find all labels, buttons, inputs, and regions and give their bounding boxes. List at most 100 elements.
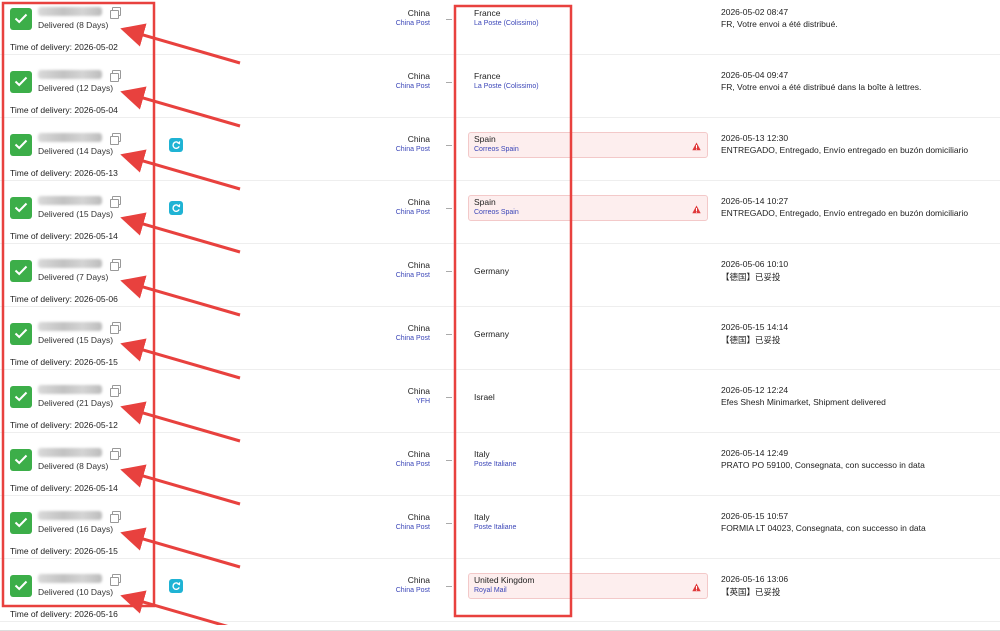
row-divider (0, 558, 1000, 559)
delivered-check-icon (10, 386, 32, 408)
status-label: Delivered (16 Days) (38, 524, 114, 534)
row-divider (0, 621, 1000, 622)
latest-event-description: FR, Votre envoi a été distribué. (721, 19, 838, 29)
tracking-number-redacted[interactable] (38, 511, 102, 520)
table-row: Delivered (8 Days) Time of delivery: 2026… (0, 441, 1000, 505)
origin-carrier-link[interactable]: China Post (396, 209, 430, 216)
destination-country: United Kingdom (474, 575, 535, 585)
status-label: Delivered (21 Days) (38, 398, 114, 408)
origin-carrier-link[interactable]: China Post (396, 83, 430, 90)
delivery-time: Time of delivery: 2026-05-13 (10, 168, 118, 178)
route-dash (446, 82, 452, 83)
origin-carrier-link[interactable]: China Post (396, 272, 430, 279)
origin-carrier-link[interactable]: China Post (396, 20, 430, 27)
row-divider (0, 495, 1000, 496)
destination-carrier-link[interactable]: Poste Italiane (474, 524, 516, 531)
origin-carrier-link[interactable]: China Post (396, 587, 430, 594)
copy-icon[interactable] (110, 511, 121, 523)
origin-country: China (407, 197, 430, 207)
tracking-number-redacted[interactable] (38, 322, 102, 331)
latest-event-time: 2026-05-14 12:49 (721, 448, 789, 458)
tracking-number-redacted[interactable] (38, 448, 102, 457)
destination-country: Germany (474, 266, 509, 276)
latest-event-time: 2026-05-14 10:27 (721, 196, 789, 206)
copy-icon[interactable] (110, 259, 121, 271)
destination-country: Italy (474, 449, 490, 459)
destination-carrier-link[interactable]: Correos Spain (474, 146, 519, 153)
latest-event-time: 2026-05-12 12:24 (721, 385, 789, 395)
origin-carrier-link[interactable]: China Post (396, 146, 430, 153)
status-label: Delivered (12 Days) (38, 83, 114, 93)
origin-carrier-link[interactable]: YFH (416, 398, 430, 405)
table-row: Delivered (16 Days) Time of delivery: 202… (0, 504, 1000, 568)
delivered-check-icon (10, 575, 32, 597)
warning-icon[interactable] (692, 201, 701, 214)
delivered-check-icon (10, 134, 32, 156)
destination-carrier-link[interactable]: Royal Mail (474, 587, 507, 594)
latest-event-time: 2026-05-15 14:14 (721, 322, 789, 332)
status-label: Delivered (8 Days) (38, 461, 109, 471)
copy-icon[interactable] (110, 133, 121, 145)
delivery-time: Time of delivery: 2026-05-16 (10, 609, 118, 619)
warning-icon[interactable] (692, 579, 701, 592)
refresh-icon[interactable] (169, 138, 183, 152)
delivery-time: Time of delivery: 2026-05-15 (10, 357, 118, 367)
destination-carrier-link[interactable]: La Poste (Colissimo) (474, 20, 539, 27)
row-divider (0, 54, 1000, 55)
delivered-check-icon (10, 8, 32, 30)
route-dash (446, 586, 452, 587)
route-dash (446, 397, 452, 398)
latest-event-description: FR, Votre envoi a été distribué dans la … (721, 82, 922, 92)
copy-icon[interactable] (110, 448, 121, 460)
row-divider (0, 369, 1000, 370)
refresh-icon[interactable] (169, 201, 183, 215)
origin-country: China (407, 575, 430, 585)
destination-carrier-link[interactable]: La Poste (Colissimo) (474, 83, 539, 90)
copy-icon[interactable] (110, 574, 121, 586)
row-divider (0, 180, 1000, 181)
row-divider (0, 306, 1000, 307)
tracking-number-redacted[interactable] (38, 385, 102, 394)
tracking-number-redacted[interactable] (38, 7, 102, 16)
latest-event-description: ENTREGADO, Entregado, Envío entregado en… (721, 145, 969, 155)
status-label: Delivered (10 Days) (38, 587, 114, 597)
destination-carrier-link[interactable]: Correos Spain (474, 209, 519, 216)
latest-event-time: 2026-05-06 10:10 (721, 259, 789, 269)
status-label: Delivered (14 Days) (38, 146, 114, 156)
shipment-list: Delivered (8 Days) Time of delivery: 2026… (0, 0, 1000, 631)
delivered-check-icon (10, 260, 32, 282)
latest-event-description: 【英国】已妥投 (721, 587, 781, 597)
route-dash (446, 19, 452, 20)
copy-icon[interactable] (110, 7, 121, 19)
warning-icon[interactable] (692, 138, 701, 151)
tracking-number-redacted[interactable] (38, 259, 102, 268)
delivery-time: Time of delivery: 2026-05-12 (10, 420, 118, 430)
destination-carrier-link[interactable]: Poste Italiane (474, 461, 516, 468)
origin-country: China (407, 323, 430, 333)
latest-event-time: 2026-05-15 10:57 (721, 511, 789, 521)
delivery-time: Time of delivery: 2026-05-06 (10, 294, 118, 304)
latest-event-time: 2026-05-13 12:30 (721, 133, 789, 143)
delivered-check-icon (10, 71, 32, 93)
refresh-icon[interactable] (169, 579, 183, 593)
tracking-number-redacted[interactable] (38, 70, 102, 79)
tracking-number-redacted[interactable] (38, 574, 102, 583)
tracking-number-redacted[interactable] (38, 133, 102, 142)
origin-carrier-link[interactable]: China Post (396, 461, 430, 468)
origin-country: China (407, 260, 430, 270)
copy-icon[interactable] (110, 322, 121, 334)
row-divider (0, 117, 1000, 118)
destination-country: Spain (474, 197, 496, 207)
origin-country: China (407, 512, 430, 522)
copy-icon[interactable] (110, 196, 121, 208)
tracking-number-redacted[interactable] (38, 196, 102, 205)
latest-event-description: FORMIA LT 04023, Consegnata, con success… (721, 523, 926, 533)
copy-icon[interactable] (110, 385, 121, 397)
destination-country: Spain (474, 134, 496, 144)
route-dash (446, 460, 452, 461)
copy-icon[interactable] (110, 70, 121, 82)
origin-carrier-link[interactable]: China Post (396, 335, 430, 342)
origin-carrier-link[interactable]: China Post (396, 524, 430, 531)
delivered-check-icon (10, 449, 32, 471)
latest-event-time: 2026-05-02 08:47 (721, 7, 789, 17)
